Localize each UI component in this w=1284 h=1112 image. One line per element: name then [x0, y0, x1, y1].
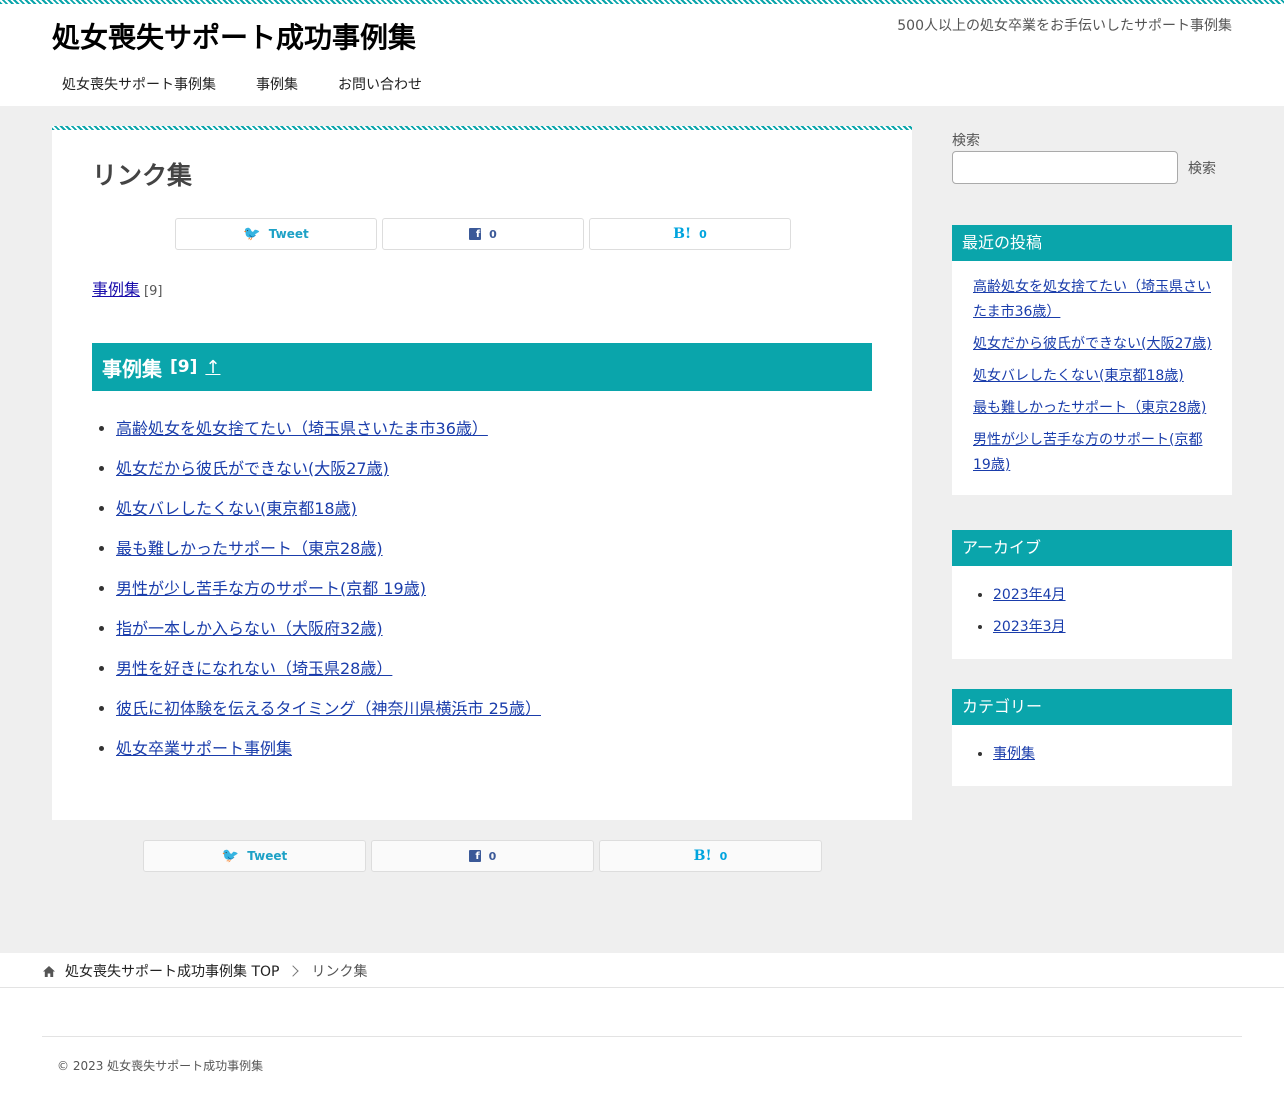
category-count: [9]: [144, 284, 163, 299]
list-item: 処女バレしたくない(東京都18歳): [116, 497, 541, 521]
chevron-right-icon: [287, 965, 300, 977]
link-list: 高齢処女を処女捨てたい（埼玉県さいたま市36歳） 処女だから彼氏ができない(大阪…: [116, 417, 541, 777]
list-item: 彼氏に初体験を伝えるタイミング（神奈川県横浜市 25歳）: [116, 697, 541, 721]
hatena-bookmark-button[interactable]: B! 0: [589, 218, 791, 250]
facebook-icon: f: [468, 850, 481, 862]
section-title: 事例集: [102, 356, 162, 381]
tweet-button[interactable]: 🐦 Tweet: [175, 218, 377, 250]
list-item: 最も難しかったサポート（東京28歳): [116, 537, 541, 561]
site-title[interactable]: 処女喪失サポート成功事例集: [52, 16, 416, 56]
breadcrumb: 処女喪失サポート成功事例集 TOP リンク集: [42, 961, 367, 981]
list-item: 処女卒業サポート事例集: [116, 737, 541, 761]
site-header: 処女喪失サポート成功事例集 500人以上の処女卒業をお手伝いしたサポート事例集 …: [0, 0, 1284, 106]
main-stripe: [52, 126, 912, 130]
header-stripe: [0, 0, 1284, 4]
page-title: リンク集: [92, 161, 193, 190]
recent-posts-list: 高齢処女を処女捨てたい（埼玉県さいたま市36歳） 処女だから彼氏ができない(大阪…: [952, 261, 1232, 495]
facebook-count: 0: [488, 849, 497, 863]
footer-divider: [42, 1036, 1242, 1037]
list-item: 男性が少し苦手な方のサポート(京都 19歳): [116, 577, 541, 601]
list-item: 指が一本しか入らない（大阪府32歳): [116, 617, 541, 641]
list-item: 高齢処女を処女捨てたい（埼玉県さいたま市36歳）: [116, 417, 541, 441]
post-link[interactable]: 指が一本しか入らない（大阪府32歳): [116, 619, 383, 638]
post-link[interactable]: 彼氏に初体験を伝えるタイミング（神奈川県横浜市 25歳）: [116, 699, 541, 718]
post-link[interactable]: 処女バレしたくない(東京都18歳): [116, 499, 357, 518]
recent-post-link[interactable]: 処女だから彼氏ができない(大阪27歳): [973, 336, 1212, 352]
share-buttons-bottom: 🐦 Tweet f 0 B! 0: [143, 840, 822, 872]
archive-link[interactable]: 2023年3月: [993, 619, 1066, 635]
categories-widget: カテゴリー 事例集: [952, 689, 1232, 786]
archives-title: アーカイブ: [952, 530, 1232, 566]
archives-widget: アーカイブ 2023年4月 2023年3月: [952, 530, 1232, 659]
tweet-button[interactable]: 🐦 Tweet: [143, 840, 366, 872]
category-link[interactable]: 事例集: [993, 746, 1035, 762]
list-item: 事例集: [993, 742, 1214, 766]
section-heading: 事例集 [9] ↑: [92, 343, 872, 391]
hatena-icon: B!: [673, 226, 692, 242]
recent-posts-title: 最近の投稿: [952, 225, 1232, 261]
nav-item-cases[interactable]: 事例集: [236, 74, 318, 96]
global-nav: 処女喪失サポート事例集 事例集 お問い合わせ: [42, 74, 442, 96]
hatena-bookmark-button[interactable]: B! 0: [599, 840, 822, 872]
search-label: 検索: [952, 133, 980, 149]
post-link[interactable]: 男性を好きになれない（埼玉県28歳）: [116, 659, 392, 678]
breadcrumb-home-link[interactable]: 処女喪失サポート成功事例集 TOP: [65, 961, 279, 981]
breadcrumb-bar: 処女喪失サポート成功事例集 TOP リンク集: [0, 953, 1284, 988]
list-item: 最も難しかったサポート（東京28歳): [973, 396, 1214, 421]
home-icon: [43, 965, 55, 977]
list-item: 処女バレしたくない(東京都18歳): [973, 364, 1214, 389]
breadcrumb-current: リンク集: [311, 964, 368, 980]
archive-link[interactable]: 2023年4月: [993, 587, 1066, 603]
archives-list: 2023年4月 2023年3月: [952, 566, 1232, 659]
site-footer: © 2023 処女喪失サポート成功事例集: [0, 988, 1284, 1112]
list-item: 高齢処女を処女捨てたい（埼玉県さいたま市36歳）: [973, 275, 1214, 325]
list-item: 処女だから彼氏ができない(大阪27歳): [973, 332, 1214, 357]
facebook-count: 0: [489, 227, 497, 241]
recent-post-link[interactable]: 処女バレしたくない(東京都18歳): [973, 368, 1184, 384]
category-link[interactable]: 事例集: [92, 280, 140, 299]
facebook-icon: f: [469, 228, 482, 240]
search-input[interactable]: [952, 151, 1178, 184]
recent-posts-widget: 最近の投稿 高齢処女を処女捨てたい（埼玉県さいたま市36歳） 処女だから彼氏がで…: [952, 225, 1232, 495]
site-description: 500人以上の処女卒業をお手伝いしたサポート事例集: [897, 18, 1232, 34]
hatena-count: 0: [719, 849, 728, 863]
back-to-top-link[interactable]: ↑: [205, 357, 220, 378]
post-link[interactable]: 処女卒業サポート事例集: [116, 739, 292, 758]
hatena-icon: B!: [693, 848, 712, 864]
hatena-count: 0: [699, 227, 707, 241]
facebook-share-button[interactable]: f 0: [371, 840, 594, 872]
post-link[interactable]: 男性が少し苦手な方のサポート(京都 19歳): [116, 579, 426, 598]
recent-post-link[interactable]: 最も難しかったサポート（東京28歳): [973, 400, 1206, 416]
nav-item-contact[interactable]: お問い合わせ: [318, 74, 442, 96]
list-item: 処女だから彼氏ができない(大阪27歳): [116, 457, 541, 481]
categories-list: 事例集: [952, 725, 1232, 786]
tweet-label: Tweet: [268, 227, 309, 241]
twitter-icon: 🐦: [221, 848, 240, 864]
tweet-label: Tweet: [247, 849, 288, 863]
twitter-icon: 🐦: [243, 226, 261, 242]
copyright: © 2023 処女喪失サポート成功事例集: [57, 1059, 264, 1073]
post-link[interactable]: 高齢処女を処女捨てたい（埼玉県さいたま市36歳）: [116, 419, 488, 438]
recent-post-link[interactable]: 高齢処女を処女捨てたい（埼玉県さいたま市36歳）: [973, 279, 1211, 320]
list-item: 2023年3月: [993, 615, 1214, 639]
nav-item-support-cases[interactable]: 処女喪失サポート事例集: [42, 74, 236, 96]
share-buttons-top: 🐦 Tweet f 0 B! 0: [175, 218, 791, 250]
list-item: 2023年4月: [993, 583, 1214, 607]
post-link[interactable]: 最も難しかったサポート（東京28歳): [116, 539, 383, 558]
main-content: リンク集 🐦 Tweet f 0 B! 0 事例集 [9] 事例集 [9] ↑ 高…: [52, 126, 912, 820]
categories-title: カテゴリー: [952, 689, 1232, 725]
section-count: [9]: [170, 357, 198, 377]
facebook-share-button[interactable]: f 0: [382, 218, 584, 250]
post-link[interactable]: 処女だから彼氏ができない(大阪27歳): [116, 459, 389, 478]
search-button[interactable]: 検索: [1188, 158, 1216, 178]
list-item: 男性を好きになれない（埼玉県28歳）: [116, 657, 541, 681]
category-index: 事例集 [9]: [92, 276, 162, 300]
list-item: 男性が少し苦手な方のサポート(京都 19歳): [973, 428, 1214, 478]
recent-post-link[interactable]: 男性が少し苦手な方のサポート(京都 19歳): [973, 432, 1202, 473]
